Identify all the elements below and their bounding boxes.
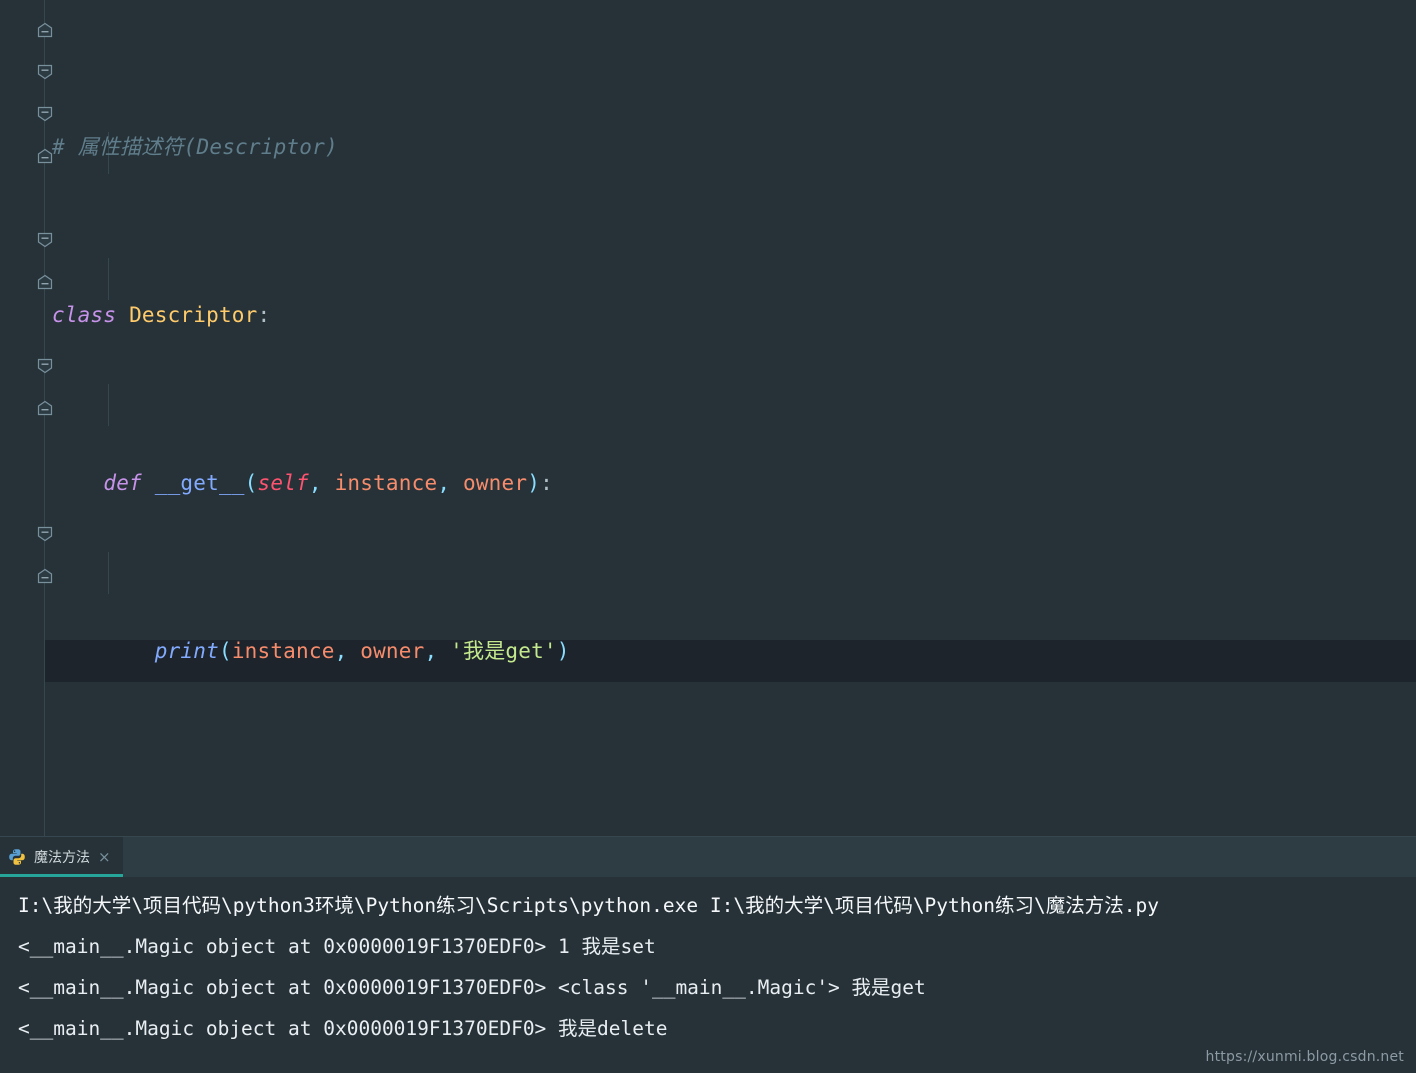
token-self: self — [257, 471, 309, 495]
token-method-name: __get__ — [154, 471, 245, 495]
fold-marker-up[interactable] — [37, 148, 53, 164]
console-line: <__main__.Magic object at 0x0000019F1370… — [18, 976, 926, 999]
token-comment: # 属性描述符(Descriptor) — [52, 135, 338, 159]
fold-marker-up[interactable] — [37, 400, 53, 416]
console-tab-active[interactable]: 魔法方法 × — [0, 837, 123, 877]
console-line: I:\我的大学\项目代码\python3环境\Python练习\Scripts\… — [18, 894, 1159, 917]
fold-marker-up[interactable] — [37, 22, 53, 38]
code-editor[interactable]: # 属性描述符(Descriptor) class Descriptor: de… — [0, 0, 1416, 836]
console-line: <__main__.Magic object at 0x0000019F1370… — [18, 1017, 668, 1040]
console-tab-label: 魔法方法 — [34, 850, 90, 866]
token-string: '我是get' — [450, 639, 557, 663]
fold-marker-down[interactable] — [37, 64, 53, 80]
token-paren: ( — [244, 471, 258, 495]
console-line: <__main__.Magic object at 0x0000019F1370… — [18, 935, 656, 958]
code-line[interactable]: print(instance, owner, '我是get') — [52, 630, 570, 672]
console-tab-bar: 魔法方法 × — [0, 837, 1416, 877]
token-param-instance: instance — [334, 471, 438, 495]
fold-marker-up[interactable] — [37, 274, 53, 290]
token-comma: , — [308, 471, 335, 495]
token-colon: : — [257, 303, 271, 327]
ide-window: # 属性描述符(Descriptor) class Descriptor: de… — [0, 0, 1416, 1073]
code-text[interactable]: # 属性描述符(Descriptor) class Descriptor: de… — [52, 0, 570, 836]
token-paren: ) — [556, 639, 570, 663]
fold-marker-down[interactable] — [37, 358, 53, 374]
token-colon: : — [540, 471, 553, 495]
token-comma: , — [437, 471, 463, 495]
fold-marker-up[interactable] — [37, 568, 53, 584]
token-comma: , — [334, 639, 361, 663]
code-line[interactable]: def __get__(self, instance, owner): — [52, 462, 570, 504]
python-icon — [8, 848, 26, 866]
close-icon[interactable]: × — [98, 849, 111, 865]
token-paren: ( — [218, 639, 232, 663]
token-class-name: Descriptor — [129, 303, 258, 327]
fold-marker-down[interactable] — [37, 232, 53, 248]
token-paren: ) — [527, 471, 541, 495]
token-keyword-def: def — [103, 471, 142, 495]
token-param-owner: owner — [463, 471, 528, 495]
code-line[interactable]: class Descriptor: — [52, 294, 570, 336]
token-param-owner: owner — [360, 639, 425, 663]
run-console-panel: 魔法方法 × I:\我的大学\项目代码\python3环境\Python练习\S… — [0, 837, 1416, 1073]
console-output[interactable]: I:\我的大学\项目代码\python3环境\Python练习\Scripts\… — [0, 877, 1416, 1073]
editor-gutter[interactable] — [0, 0, 45, 836]
token-param-instance: instance — [231, 639, 335, 663]
fold-marker-down[interactable] — [37, 106, 53, 122]
token-comma: , — [424, 639, 451, 663]
fold-marker-down[interactable] — [37, 526, 53, 542]
watermark: https://xunmi.blog.csdn.net — [1205, 1049, 1404, 1065]
code-line-empty[interactable] — [52, 798, 570, 836]
token-func-print: print — [154, 639, 219, 663]
code-line[interactable]: # 属性描述符(Descriptor) — [52, 126, 570, 168]
token-keyword-class: class — [52, 303, 117, 327]
